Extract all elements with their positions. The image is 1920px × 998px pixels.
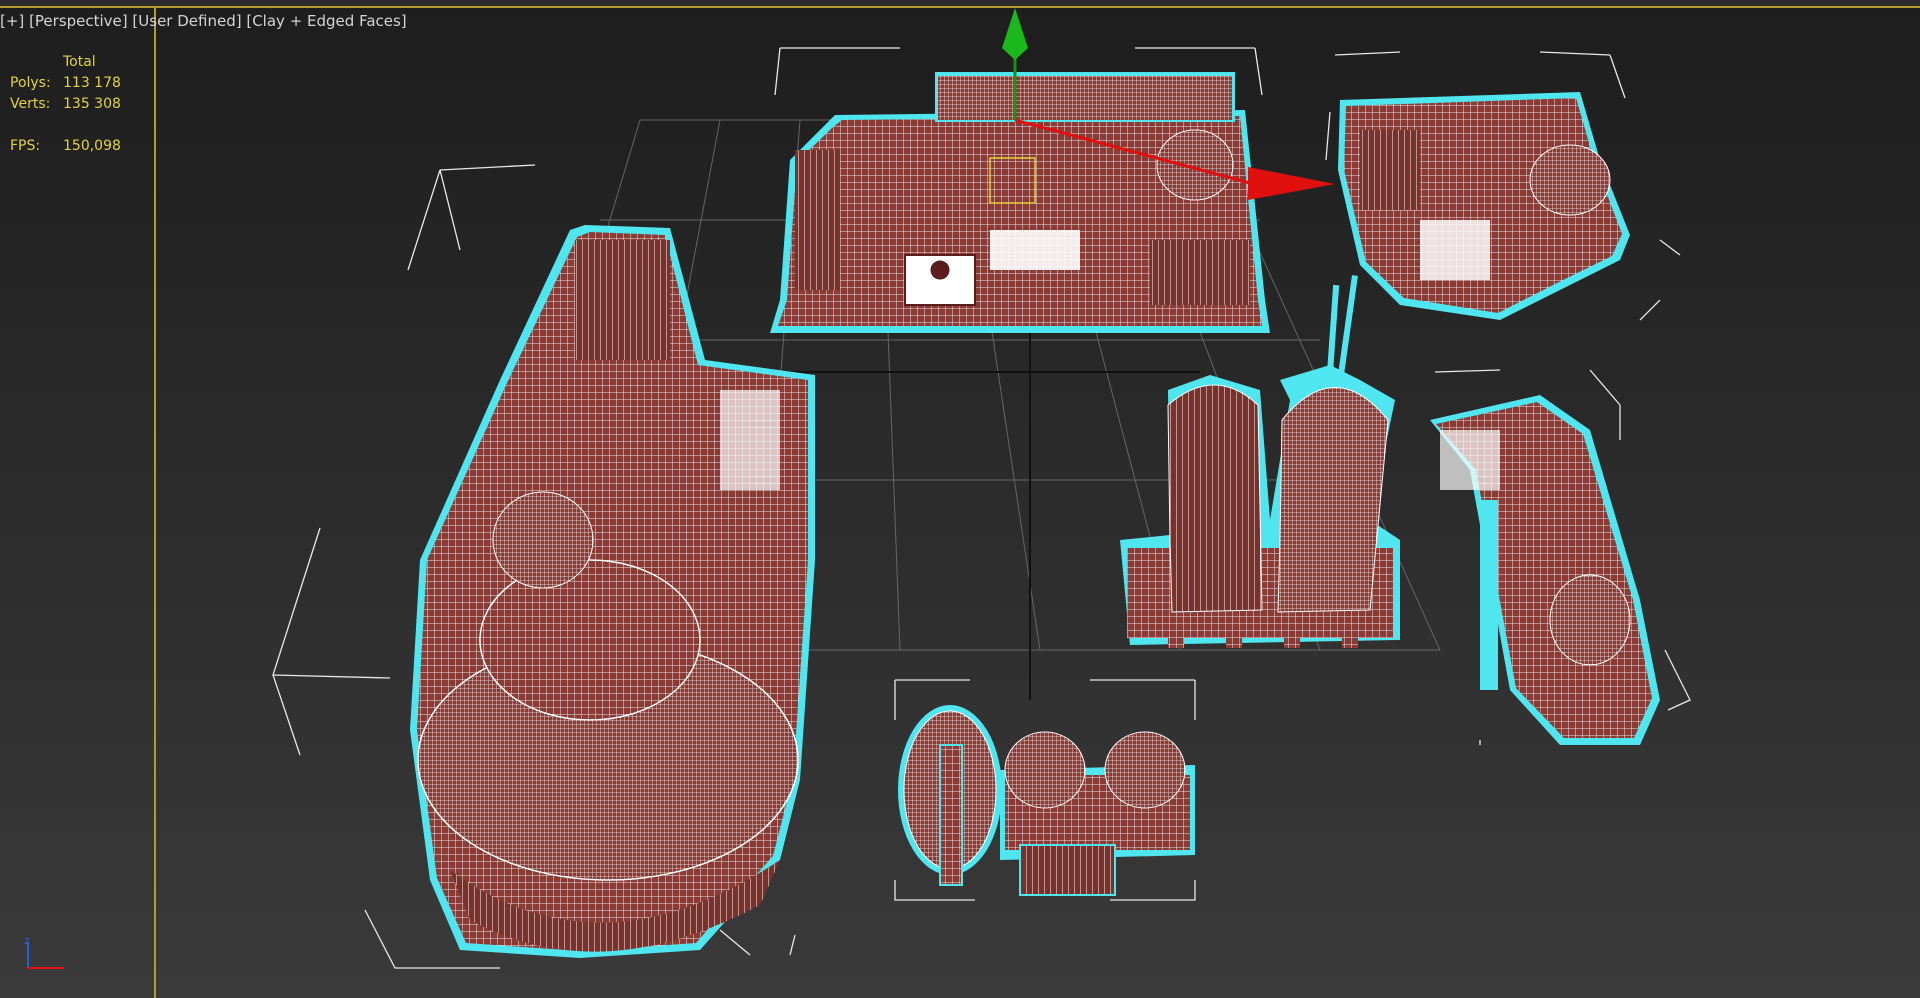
object-small-console[interactable] xyxy=(1338,92,1630,320)
gizmo-x-arrow xyxy=(1248,167,1335,200)
viewport-menu-shading[interactable]: [Clay + Edged Faces] xyxy=(246,12,406,30)
stats-fps-label: FPS: xyxy=(10,138,41,154)
gizmo-y-arrow xyxy=(1002,8,1028,60)
viewport-menu-user[interactable]: [User Defined] xyxy=(132,12,241,30)
object-reactor-module[interactable] xyxy=(410,225,815,958)
stats-verts-label: Verts: xyxy=(10,96,51,112)
viewport-menu-plus[interactable]: [+] xyxy=(0,12,24,30)
stats-verts-value: 135 308 xyxy=(63,96,121,112)
object-small-bases[interactable] xyxy=(898,705,1195,896)
viewport-menu-view[interactable]: [Perspective] xyxy=(29,12,128,30)
stats-total-header: Total xyxy=(63,54,96,70)
viewport-label-bar: [+] [Perspective] [User Defined] [Clay +… xyxy=(0,12,407,30)
stats-fps-value: 150,098 xyxy=(63,138,121,154)
stats-polys-label: Polys: xyxy=(10,75,51,91)
object-side-machine[interactable] xyxy=(1430,395,1660,745)
3d-viewport[interactable]: z xyxy=(0,0,1920,998)
tripod-z-label: z xyxy=(24,934,30,947)
stats-polys-value: 113 178 xyxy=(63,75,121,91)
view-axis-tripod: z xyxy=(24,934,64,969)
